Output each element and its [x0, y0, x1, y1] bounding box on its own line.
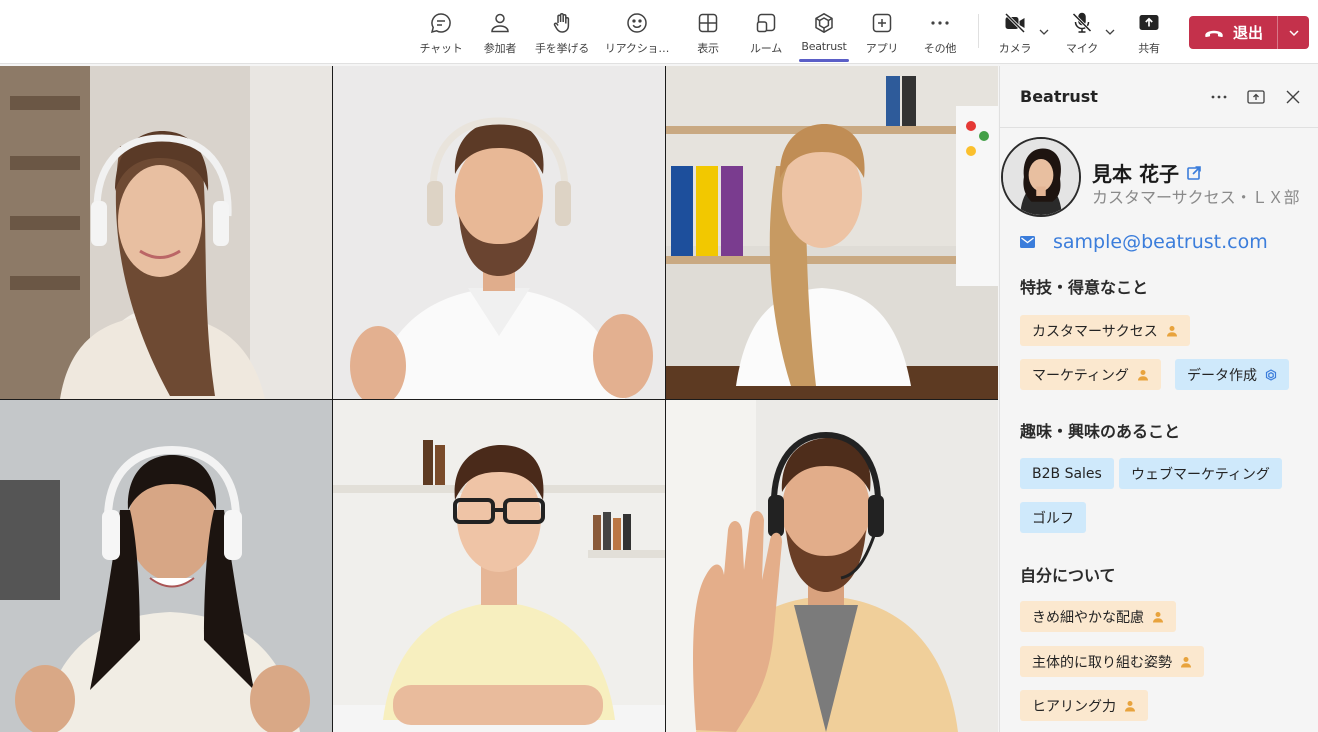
- leave-button-label: 退出: [1233, 24, 1264, 42]
- beatrust-icon: [1265, 368, 1277, 381]
- pop-out-icon[interactable]: [1246, 87, 1266, 107]
- participant-video-tile[interactable]: [666, 66, 998, 399]
- panel-header: Beatrust: [1000, 66, 1318, 128]
- more-button-label: その他: [923, 42, 957, 55]
- interests-section-title: 趣味・興味のあること: [1020, 422, 1181, 441]
- view-button-label: 表示: [697, 42, 719, 55]
- participant-video-tile[interactable]: [666, 400, 998, 732]
- chip-label: データ作成: [1187, 367, 1257, 384]
- mic-off-icon: [1072, 12, 1092, 33]
- participant-video-image: [666, 66, 998, 399]
- meeting-toolbar: チャット 参加者 手を挙げる リアクショ… 表示 ルーム Beatrust アプ…: [0, 0, 1318, 64]
- skills-section-title: 特技・得意なこと: [1020, 278, 1149, 297]
- person-icon: [1124, 700, 1136, 712]
- chip-label: ゴルフ: [1032, 510, 1074, 527]
- participant-video-image: [666, 400, 998, 732]
- participants-button-label: 参加者: [483, 42, 517, 55]
- avatar-image: [1003, 139, 1079, 215]
- avatar: [1001, 137, 1081, 217]
- rooms-button-label: ルーム: [749, 42, 783, 55]
- email-row: sample@beatrust.com: [1020, 231, 1268, 253]
- close-icon[interactable]: [1283, 87, 1303, 107]
- leave-options-button[interactable]: [1278, 16, 1309, 49]
- participant-video-image: [333, 400, 665, 732]
- about-chip[interactable]: きめ細やかな配慮: [1020, 601, 1176, 632]
- active-tab-indicator: [799, 59, 849, 62]
- view-grid-icon: [698, 13, 718, 33]
- chip-label: きめ細やかな配慮: [1032, 609, 1144, 626]
- participant-video-tile[interactable]: [333, 400, 665, 732]
- profile-name: 見本 花子: [1092, 158, 1202, 187]
- chat-button-label: チャット: [419, 42, 463, 55]
- apps-icon: [872, 13, 892, 33]
- phone-hangup-icon: [1205, 30, 1223, 37]
- beatrust-panel: Beatrust 見本 花子 カスタマーサクセス・ＬＸ部 sample@beat…: [999, 66, 1318, 732]
- email-link[interactable]: sample@beatrust.com: [1053, 231, 1268, 253]
- mic-button-label: マイク: [1065, 42, 1099, 55]
- participant-video-image: [0, 400, 332, 732]
- reactions-button[interactable]: リアクショ…: [602, 0, 672, 64]
- skill-chip[interactable]: データ作成: [1175, 359, 1289, 390]
- profile-role: カスタマーサクセス・ＬＸ部: [1092, 188, 1300, 207]
- chip-label: ウェブマーケティング: [1131, 466, 1270, 483]
- rooms-icon: [756, 13, 776, 33]
- beatrust-icon: [815, 13, 833, 33]
- people-icon: [491, 13, 509, 33]
- skill-chip[interactable]: マーケティング: [1020, 359, 1161, 390]
- share-button-label: 共有: [1138, 42, 1160, 55]
- chip-label: マーケティング: [1032, 367, 1129, 384]
- reactions-button-label: リアクショ…: [604, 42, 670, 55]
- participant-video-tile[interactable]: [0, 66, 332, 399]
- more-icon: [931, 21, 949, 25]
- interest-chip[interactable]: ゴルフ: [1020, 502, 1086, 533]
- share-button[interactable]: 共有: [1114, 0, 1184, 64]
- raise-hand-button[interactable]: 手を挙げる: [527, 0, 597, 64]
- about-chip[interactable]: ヒアリング力: [1020, 690, 1148, 721]
- profile-name-text: 見本 花子: [1092, 162, 1179, 186]
- leave-button[interactable]: 退出: [1189, 16, 1309, 49]
- camera-button-label: カメラ: [998, 42, 1032, 55]
- emoji-icon: [627, 13, 647, 33]
- participant-video-image: [333, 66, 665, 399]
- external-link-icon[interactable]: [1186, 165, 1202, 181]
- participant-video-image: [0, 66, 332, 399]
- beatrust-button-label: Beatrust: [801, 40, 847, 53]
- leave-main[interactable]: 退出: [1189, 16, 1277, 49]
- toolbar-divider: [978, 14, 979, 48]
- camera-off-icon: [1004, 12, 1026, 34]
- apps-button-label: アプリ: [865, 42, 899, 55]
- raise-hand-button-label: 手を挙げる: [535, 42, 589, 55]
- share-icon: [1139, 15, 1159, 30]
- participant-video-tile[interactable]: [333, 66, 665, 399]
- participant-video-tile[interactable]: [0, 400, 332, 732]
- panel-more-icon[interactable]: [1209, 87, 1229, 107]
- interest-chip[interactable]: ウェブマーケティング: [1119, 458, 1282, 489]
- person-icon: [1180, 656, 1192, 668]
- chip-label: B2B Sales: [1032, 465, 1102, 482]
- video-grid: [0, 66, 998, 732]
- chip-label: カスタマーサクセス: [1032, 323, 1158, 340]
- chat-icon: [430, 13, 451, 34]
- mail-icon: [1020, 236, 1035, 248]
- interest-chip[interactable]: B2B Sales: [1020, 458, 1114, 489]
- chevron-down-icon: [1288, 29, 1299, 36]
- panel-title: Beatrust: [1020, 87, 1098, 106]
- about-section-title: 自分について: [1020, 566, 1116, 585]
- person-icon: [1152, 611, 1164, 623]
- person-icon: [1137, 369, 1149, 381]
- chip-label: 主体的に取り組む姿勢: [1032, 654, 1172, 671]
- person-icon: [1166, 325, 1178, 337]
- more-button[interactable]: その他: [905, 0, 975, 64]
- raise-hand-icon: [553, 13, 570, 33]
- skill-chip[interactable]: カスタマーサクセス: [1020, 315, 1190, 346]
- about-chip[interactable]: 主体的に取り組む姿勢: [1020, 646, 1204, 677]
- chip-label: ヒアリング力: [1032, 698, 1116, 715]
- participants-button[interactable]: 参加者: [465, 0, 535, 64]
